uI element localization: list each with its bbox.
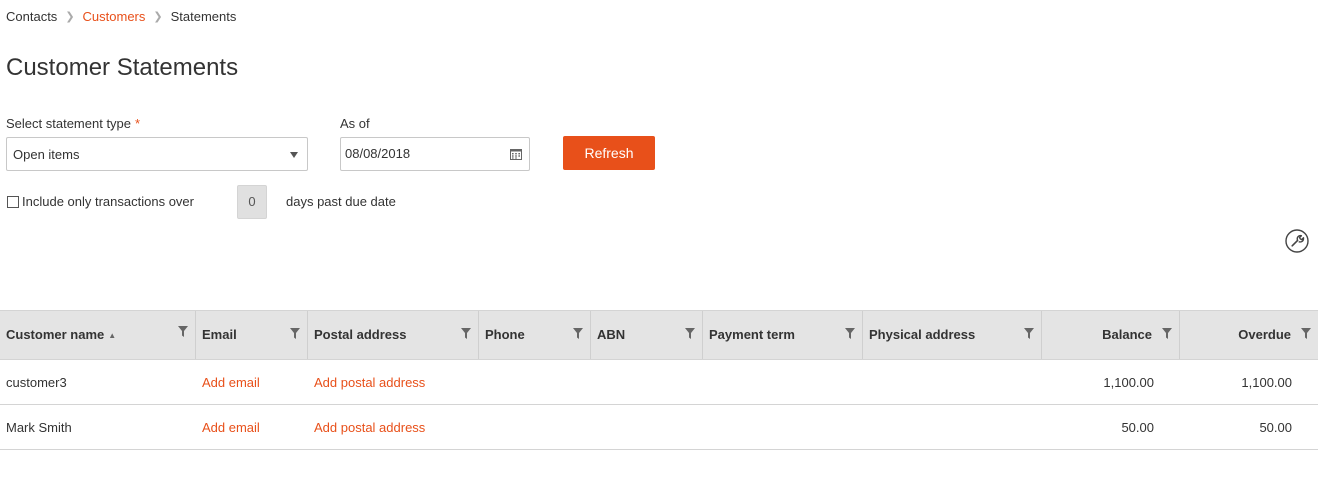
breadcrumb: Contacts ❯ Customers ❯ Statements xyxy=(6,9,236,24)
filter-icon[interactable] xyxy=(1301,328,1311,339)
as-of-date-field[interactable] xyxy=(340,137,530,171)
physical-address-cell xyxy=(863,405,1042,449)
filter-icon[interactable] xyxy=(461,328,471,339)
statement-type-label-text: Select statement type xyxy=(6,116,132,131)
table-row: Mark Smith Add email Add postal address … xyxy=(0,405,1318,450)
as-of-date-input[interactable] xyxy=(345,146,495,161)
breadcrumb-customers-link[interactable]: Customers xyxy=(83,9,146,24)
phone-cell xyxy=(479,405,591,449)
column-header-phone[interactable]: Phone xyxy=(479,311,591,359)
abn-cell xyxy=(591,405,703,449)
column-title: Customer name xyxy=(6,327,105,342)
postal-address-cell: Add postal address xyxy=(308,360,479,404)
column-title: Postal address xyxy=(314,327,407,342)
filter-icon[interactable] xyxy=(685,328,695,339)
customer-statements-table: Customer name ▲ Email Postal address Phon… xyxy=(0,310,1318,450)
breadcrumb-contacts: Contacts xyxy=(6,9,58,24)
column-title: Balance xyxy=(1102,327,1152,342)
filter-icon[interactable] xyxy=(1024,328,1034,339)
chevron-right-icon: ❯ xyxy=(153,11,163,23)
postal-address-cell: Add postal address xyxy=(308,405,479,449)
column-header-overdue[interactable]: Overdue xyxy=(1180,311,1318,359)
page-title: Customer Statements xyxy=(6,54,239,81)
column-header-customer-name[interactable]: Customer name ▲ xyxy=(0,311,196,359)
caret-down-icon xyxy=(290,152,298,158)
include-overdue-label[interactable]: Include only transactions over xyxy=(22,194,194,209)
statement-type-value: Open items xyxy=(13,147,80,162)
chevron-right-icon: ❯ xyxy=(65,11,75,23)
column-title: Email xyxy=(202,327,237,342)
column-title: Phone xyxy=(485,327,525,342)
include-overdue-checkbox[interactable] xyxy=(7,196,19,208)
sort-ascending-icon: ▲ xyxy=(108,330,117,340)
balance-cell: 50.00 xyxy=(1121,420,1154,435)
column-header-email[interactable]: Email xyxy=(196,311,308,359)
table-row: customer3 Add email Add postal address 1… xyxy=(0,360,1318,405)
email-cell: Add email xyxy=(196,360,308,404)
column-title: Physical address xyxy=(869,327,976,342)
email-cell: Add email xyxy=(196,405,308,449)
add-email-link[interactable]: Add email xyxy=(202,420,260,435)
filter-icon[interactable] xyxy=(290,328,300,339)
balance-cell: 1,100.00 xyxy=(1103,375,1154,390)
filter-icon[interactable] xyxy=(845,328,855,339)
add-postal-address-link[interactable]: Add postal address xyxy=(314,420,425,435)
column-title: ABN xyxy=(597,327,626,342)
statement-type-select[interactable]: Open items xyxy=(6,137,308,171)
days-past-due-input[interactable]: 0 xyxy=(237,185,267,219)
required-mark: * xyxy=(135,116,141,131)
wrench-icon[interactable] xyxy=(1285,229,1309,253)
physical-address-cell xyxy=(863,360,1042,404)
filter-icon[interactable] xyxy=(178,326,188,337)
column-header-balance[interactable]: Balance xyxy=(1042,311,1180,359)
table-header: Customer name ▲ Email Postal address Phon… xyxy=(0,310,1318,360)
abn-cell xyxy=(591,360,703,404)
column-title: Overdue xyxy=(1238,327,1291,342)
add-email-link[interactable]: Add email xyxy=(202,375,260,390)
filter-icon[interactable] xyxy=(1162,328,1172,339)
column-header-postal-address[interactable]: Postal address xyxy=(308,311,479,359)
phone-cell xyxy=(479,360,591,404)
as-of-label: As of xyxy=(340,116,370,131)
filter-icon[interactable] xyxy=(573,328,583,339)
column-header-payment-term[interactable]: Payment term xyxy=(703,311,863,359)
overdue-cell: 1,100.00 xyxy=(1241,375,1292,390)
column-title: Payment term xyxy=(709,327,795,342)
customer-name-cell: Mark Smith xyxy=(6,420,72,435)
customer-name-cell: customer3 xyxy=(6,375,67,390)
calendar-icon[interactable] xyxy=(510,148,522,160)
statement-type-label: Select statement type * xyxy=(6,116,140,131)
breadcrumb-statements: Statements xyxy=(170,9,237,24)
days-past-due-label: days past due date xyxy=(286,194,396,209)
column-header-physical-address[interactable]: Physical address xyxy=(863,311,1042,359)
add-postal-address-link[interactable]: Add postal address xyxy=(314,375,425,390)
payment-term-cell xyxy=(703,360,863,404)
payment-term-cell xyxy=(703,405,863,449)
overdue-cell: 50.00 xyxy=(1259,420,1292,435)
refresh-button[interactable]: Refresh xyxy=(563,136,655,170)
column-header-abn[interactable]: ABN xyxy=(591,311,703,359)
